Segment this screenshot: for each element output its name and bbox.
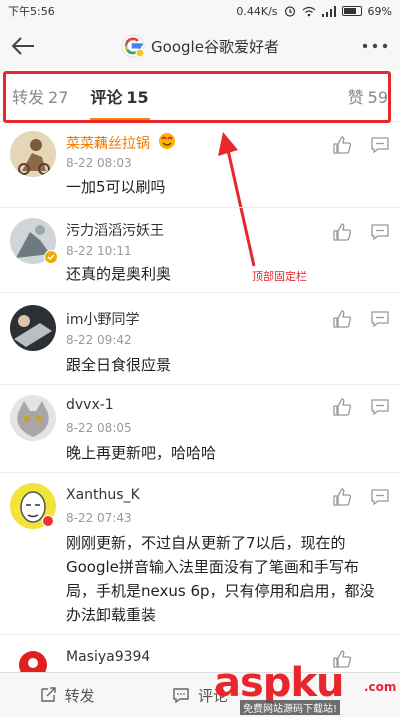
comment-author[interactable]: Masiya9394 (66, 649, 150, 665)
tab-bar: 转发 27 评论 15 赞 59 (0, 70, 400, 122)
page-title-group: Google谷歌爱好者 (121, 34, 279, 58)
comment-item: im小野同学 8-22 09:42 跟全日食很应景 (0, 293, 400, 385)
tab-comment[interactable]: 评论 15 (90, 84, 148, 108)
comment-icon (173, 688, 189, 704)
like-icon[interactable] (332, 309, 352, 329)
tab-repost[interactable]: 转发 27 (12, 84, 68, 108)
battery-level: 69% (367, 4, 392, 18)
watermark-subtitle: 免费网站源码下载站! (240, 700, 341, 715)
wifi-icon (302, 6, 315, 16)
comment-author[interactable]: Xanthus_K (66, 487, 140, 503)
reply-icon[interactable] (370, 222, 390, 242)
repost-icon (40, 687, 56, 702)
avatar-image (10, 645, 56, 672)
status-time: 下午5:56 (8, 5, 55, 18)
comment-author[interactable]: im小野同学 (66, 309, 140, 329)
more-dots-icon (362, 43, 388, 49)
comment-text: 跟全日食很应景 (66, 356, 172, 374)
tab-like-count: 59 (367, 87, 388, 107)
comment-author[interactable]: 菜菜藕丝拉锅 (66, 133, 150, 153)
comment-item: Xanthus_K 8-22 07:43 刚刚更新，不过自从更新了7以后，现在的… (0, 473, 400, 635)
avatar[interactable] (10, 131, 56, 177)
watermark-dotcom: .com (364, 680, 397, 694)
comment-time: 8-22 09:42 (66, 333, 132, 347)
comment-author[interactable]: dvvx-1 (66, 397, 114, 413)
member-badge-icon (42, 515, 54, 527)
avatar-image (10, 395, 56, 441)
like-icon[interactable] (332, 397, 352, 417)
battery-icon (341, 6, 362, 16)
comment-author[interactable]: 污力滔滔污妖王 (66, 220, 164, 240)
tab-comment-label: 评论 (90, 87, 123, 107)
page-title: Google谷歌爱好者 (151, 37, 279, 56)
reply-icon[interactable] (370, 397, 390, 417)
comment-text: 一加5可以刷吗 (66, 178, 166, 196)
comment-text: 还真的是奥利奥 (66, 265, 172, 283)
title-bar: Google谷歌爱好者 (0, 22, 400, 70)
watermark-logo: aspku .com 免费网站源码下载站! (214, 660, 397, 715)
comment-item: 污力滔滔污妖王 8-22 10:11 还真的是奥利奥 (0, 208, 400, 293)
status-indicators: 0.44K/s 69% (236, 5, 392, 18)
network-speed: 0.44K/s (236, 4, 278, 18)
avatar[interactable] (10, 395, 56, 441)
tab-like-label: 赞 (347, 87, 364, 107)
comment-time: 8-22 08:03 (66, 156, 132, 170)
comment-time: 8-22 08:05 (66, 421, 132, 435)
tab-repost-count: 27 (48, 87, 69, 107)
repost-label: 转发 (64, 686, 95, 705)
avatar-image (10, 305, 56, 351)
like-icon[interactable] (332, 135, 352, 155)
more-button[interactable] (360, 32, 390, 60)
tab-repost-label: 转发 (12, 87, 45, 107)
avatar[interactable] (10, 645, 56, 672)
active-tab-indicator (90, 118, 150, 121)
back-arrow-icon (11, 37, 34, 55)
like-icon[interactable] (332, 222, 352, 242)
google-avatar-icon (121, 34, 145, 58)
like-icon[interactable] (332, 487, 352, 507)
comment-time: 8-22 10:11 (66, 244, 132, 258)
comment-item: dvvx-1 8-22 08:05 晚上再更新吧，哈哈哈 (0, 385, 400, 473)
comment-text: 晚上再更新吧，哈哈哈 (66, 444, 217, 462)
alarm-icon (284, 6, 295, 17)
comment-item: 菜菜藕丝拉锅 8-22 08:03 一加5可以刷吗 (0, 123, 400, 208)
repost-button[interactable]: 转发 (0, 685, 133, 706)
tab-comment-count: 15 (126, 87, 149, 107)
signal-icon (321, 5, 336, 17)
reply-icon[interactable] (370, 309, 390, 329)
avatar[interactable] (10, 305, 56, 351)
comment-time: 8-22 07:43 (66, 511, 132, 525)
reply-icon[interactable] (370, 135, 390, 155)
emoji-badge-icon (159, 133, 175, 149)
avatar-image (10, 131, 56, 177)
tab-like[interactable]: 赞 59 (348, 84, 388, 108)
reply-icon[interactable] (370, 487, 390, 507)
back-button[interactable] (8, 32, 38, 60)
verified-badge-icon (44, 250, 58, 264)
status-bar: 下午5:56 0.44K/s 69% (0, 0, 400, 22)
comment-text: 刚刚更新，不过自从更新了7以后，现在的Google拼音输入法里面没有了笔画和手写… (66, 534, 375, 624)
